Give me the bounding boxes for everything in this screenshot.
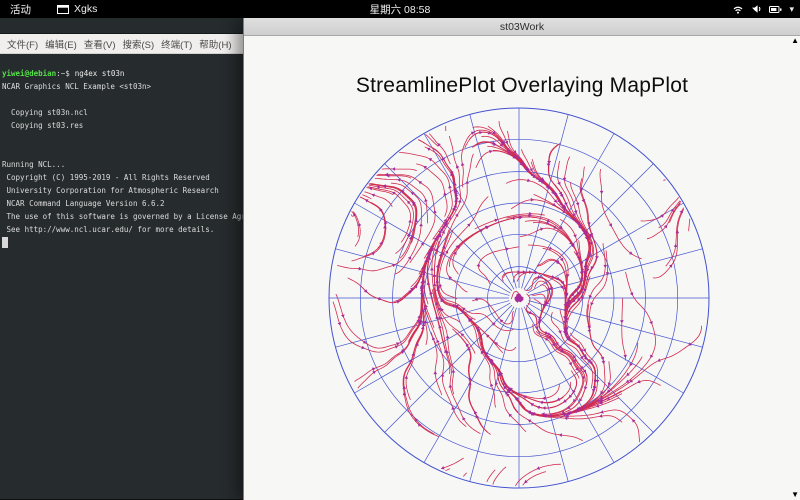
terminal-line: See http://www.ncl.ucar.edu/ for more de…: [2, 225, 215, 234]
app-menu-label: Xgks: [74, 3, 98, 15]
terminal-line: NCAR Graphics NCL Example <st03n>: [2, 82, 152, 91]
prompt-suffix: :~$: [56, 69, 70, 78]
terminal-window: 文件(F) 编辑(E) 查看(V) 搜索(S) 终端(T) 帮助(H) yiwe…: [0, 18, 278, 500]
window-title: st03Work: [499, 20, 545, 33]
menu-search[interactable]: 搜索(S): [122, 37, 154, 51]
terminal-line: Copying st03n.ncl: [2, 108, 88, 117]
terminal-line: Copying st03.res: [2, 121, 84, 130]
battery-icon: [769, 5, 782, 13]
menu-edit[interactable]: 编辑(E): [45, 37, 77, 51]
activities-button[interactable]: 活动: [10, 2, 31, 17]
terminal-cursor: [2, 237, 8, 248]
command-text: ng4ex st03n: [74, 69, 125, 78]
terminal-line: Running NCL...: [2, 160, 66, 169]
window-icon: [57, 4, 69, 14]
terminal-line: NCAR Command Language Version 6.6.2: [2, 199, 165, 208]
streamline-map-plot: [328, 107, 710, 489]
scroll-down-icon[interactable]: ▼: [791, 491, 799, 499]
menu-file[interactable]: 文件(F): [7, 37, 38, 51]
chevron-down-icon: ▾: [789, 4, 794, 14]
plot-canvas: StreamlinePlot Overlaying MapPlot ▲ ▼: [244, 36, 800, 500]
prompt-user: yiwei@debian: [2, 69, 57, 78]
menu-help[interactable]: 帮助(H): [199, 37, 231, 51]
system-tray[interactable]: ▾: [732, 0, 794, 18]
st03work-window: st03Work StreamlinePlot Overlaying MapPl…: [243, 18, 800, 500]
clock[interactable]: 星期六 08:58: [0, 2, 800, 17]
terminal-titlebar[interactable]: [0, 18, 243, 34]
volume-icon: [752, 5, 761, 13]
app-menu-button[interactable]: Xgks: [57, 3, 97, 15]
terminal-line: University Corporation for Atmospheric R…: [2, 186, 219, 195]
scroll-up-icon[interactable]: ▲: [791, 37, 799, 45]
menu-view[interactable]: 查看(V): [84, 37, 116, 51]
terminal-output[interactable]: yiwei@debian:~$ ng4ex st03n NCAR Graphics…: [0, 54, 278, 499]
network-icon: [734, 6, 743, 14]
terminal-line: Copyright (C) 1995-2019 - All Rights Res…: [2, 173, 210, 182]
st03work-titlebar[interactable]: st03Work: [244, 18, 800, 36]
menu-terminal[interactable]: 终端(T): [161, 37, 192, 51]
prompt-line: yiwei@debian:~$ ng4ex st03n: [2, 67, 241, 80]
terminal-menubar: 文件(F) 编辑(E) 查看(V) 搜索(S) 终端(T) 帮助(H): [0, 34, 243, 54]
top-bar: 活动 Xgks 星期六 08:58 ▾: [0, 0, 800, 18]
plot-title: StreamlinePlot Overlaying MapPlot: [355, 74, 689, 97]
terminal-line: The use of this software is governed by …: [2, 212, 278, 221]
